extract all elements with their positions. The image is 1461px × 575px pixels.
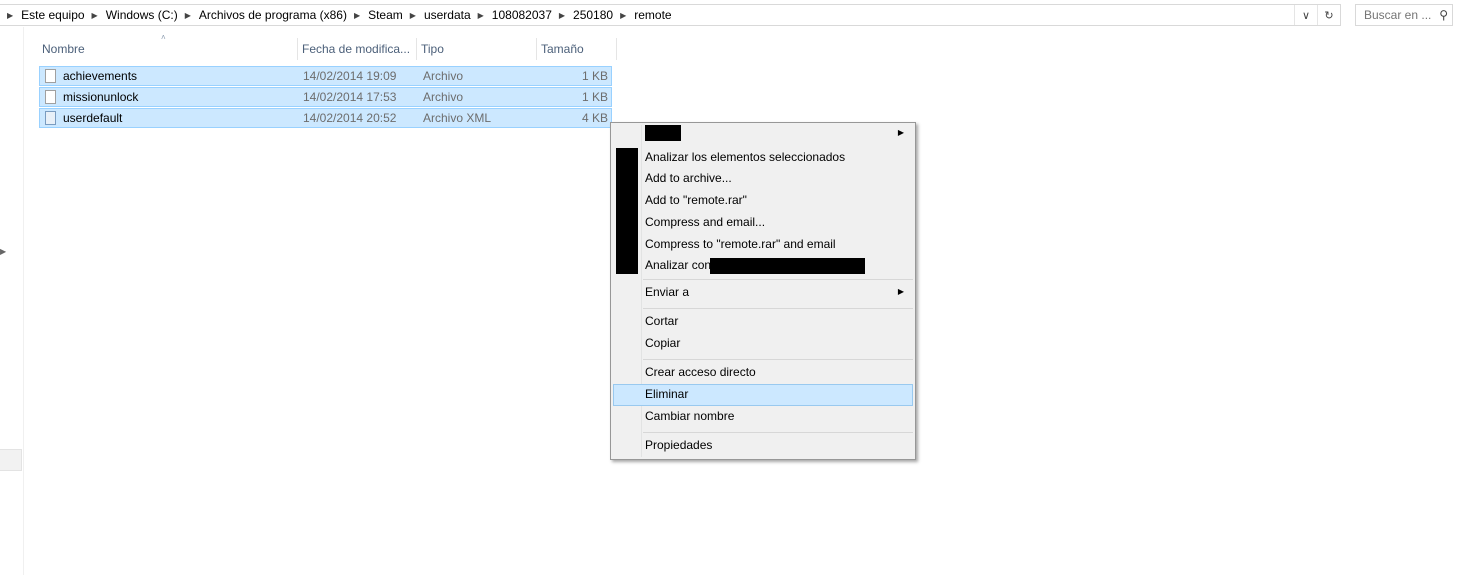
menu-label: Add to "remote.rar" — [645, 193, 747, 207]
navigation-pane[interactable]: ▶ — [0, 27, 24, 575]
column-header-date[interactable]: Fecha de modifica... — [298, 38, 417, 60]
menu-separator — [643, 359, 913, 360]
file-name: achievements — [63, 69, 138, 83]
search-icon[interactable]: ⚲ — [1439, 8, 1448, 22]
column-header-type[interactable]: Tipo — [417, 38, 537, 60]
menu-label: Analizar los elementos seleccionados — [645, 150, 846, 164]
breadcrumb-steam[interactable]: Steam — [368, 8, 403, 22]
address-bar[interactable]: ▶ Este equipo ▶ Windows (C:) ▶ Archivos … — [0, 4, 1341, 26]
menu-item-delete[interactable]: Eliminar — [613, 384, 913, 406]
menu-item-rename[interactable]: Cambiar nombre — [613, 406, 913, 428]
file-row-userdefault[interactable]: userdefault 14/02/2014 20:52 Archivo XML… — [39, 108, 612, 128]
menu-label: Enviar a — [645, 285, 690, 299]
breadcrumb-archivos-programa[interactable]: Archivos de programa (x86) — [199, 8, 347, 22]
menu-item-copy[interactable]: Copiar — [613, 333, 913, 355]
column-header-name[interactable]: Nombre — [38, 38, 298, 60]
context-menu: ▶ Analizar los elementos seleccionados A… — [610, 122, 916, 460]
column-header-label: Fecha de modifica... — [302, 42, 411, 56]
chevron-right-icon[interactable]: ▶ — [347, 11, 368, 20]
menu-item-redacted-submenu[interactable]: ▶ — [613, 123, 913, 145]
menu-label: Compress and email... — [645, 215, 766, 229]
redacted-label — [645, 125, 681, 141]
menu-item-send-to[interactable]: Enviar a ▶ — [613, 282, 913, 304]
menu-label: Analizar con — [645, 258, 712, 272]
chevron-right-icon[interactable]: ▶ — [403, 11, 424, 20]
menu-item-compress-email[interactable]: Compress and email... — [613, 212, 913, 234]
file-size: 1 KB — [581, 69, 608, 83]
file-name: userdefault — [63, 111, 123, 125]
file-type: Archivo XML — [423, 111, 492, 125]
file-row-achievements[interactable]: achievements 14/02/2014 19:09 Archivo 1 … — [39, 66, 612, 86]
submenu-arrow-icon: ▶ — [897, 128, 904, 137]
submenu-arrow-icon: ▶ — [897, 287, 904, 296]
nav-scroll-handle[interactable] — [0, 449, 22, 471]
breadcrumb: ▶ Este equipo ▶ Windows (C:) ▶ Archivos … — [0, 8, 1294, 22]
menu-label: Propiedades — [645, 438, 713, 452]
redacted-label — [710, 258, 865, 274]
menu-item-compress-rar-email[interactable]: Compress to "remote.rar" and email — [613, 234, 913, 256]
menu-separator — [643, 308, 913, 309]
column-header-label: Tamaño — [541, 42, 584, 56]
file-date: 14/02/2014 19:09 — [303, 69, 397, 83]
file-size: 4 KB — [581, 111, 608, 125]
menu-label: Copiar — [645, 336, 681, 350]
column-header-label: Nombre — [42, 42, 85, 56]
file-name: missionunlock — [63, 90, 139, 104]
menu-separator — [643, 279, 913, 280]
file-icon — [45, 69, 56, 83]
search-box[interactable]: ⚲ — [1355, 4, 1453, 26]
menu-label: Add to archive... — [645, 171, 732, 185]
menu-item-add-rar[interactable]: Add to "remote.rar" — [613, 190, 913, 212]
search-input[interactable] — [1364, 8, 1434, 22]
refresh-icon[interactable]: ↻ — [1317, 5, 1340, 25]
chevron-right-icon[interactable]: ▶ — [613, 11, 634, 20]
column-header-label: Tipo — [421, 42, 444, 56]
menu-label: Cortar — [645, 314, 679, 328]
xml-file-icon — [45, 111, 56, 125]
chevron-right-icon[interactable]: ▶ — [85, 11, 106, 20]
menu-label: Cambiar nombre — [645, 409, 735, 423]
breadcrumb-userdata[interactable]: userdata — [424, 8, 471, 22]
nav-expand-icon[interactable]: ▶ — [0, 247, 6, 256]
breadcrumb-este-equipo[interactable]: Este equipo — [21, 8, 84, 22]
file-row-missionunlock[interactable]: missionunlock 14/02/2014 17:53 Archivo 1… — [39, 87, 612, 107]
breadcrumb-user-id[interactable]: 108082037 — [492, 8, 552, 22]
file-type: Archivo — [423, 90, 464, 104]
breadcrumb-windows-c[interactable]: Windows (C:) — [106, 8, 178, 22]
menu-item-scan-selected[interactable]: Analizar los elementos seleccionados — [613, 147, 913, 169]
menu-label: Crear acceso directo — [645, 365, 756, 379]
menu-item-create-shortcut[interactable]: Crear acceso directo — [613, 362, 913, 384]
menu-item-add-archive[interactable]: Add to archive... — [613, 168, 913, 190]
chevron-right-icon[interactable]: ▶ — [178, 11, 199, 20]
chevron-right-icon[interactable]: ▶ — [471, 11, 492, 20]
chevron-right-icon[interactable]: ▶ — [0, 11, 21, 20]
chevron-right-icon[interactable]: ▶ — [552, 11, 573, 20]
dropdown-icon[interactable]: ∨ — [1294, 5, 1317, 25]
file-icon — [45, 90, 56, 104]
menu-label: Compress to "remote.rar" and email — [645, 237, 836, 251]
breadcrumb-remote[interactable]: remote — [634, 8, 671, 22]
menu-label: Eliminar — [645, 387, 689, 401]
menu-item-scan-with[interactable]: Analizar con — [613, 255, 913, 277]
file-size: 1 KB — [581, 90, 608, 104]
menu-separator — [643, 432, 913, 433]
menu-item-cut[interactable]: Cortar — [613, 311, 913, 333]
file-date: 14/02/2014 17:53 — [303, 90, 397, 104]
column-header-size[interactable]: Tamaño — [537, 38, 617, 60]
file-date: 14/02/2014 20:52 — [303, 111, 397, 125]
menu-item-properties[interactable]: Propiedades — [613, 435, 913, 457]
file-type: Archivo — [423, 69, 464, 83]
breadcrumb-app-id[interactable]: 250180 — [573, 8, 613, 22]
